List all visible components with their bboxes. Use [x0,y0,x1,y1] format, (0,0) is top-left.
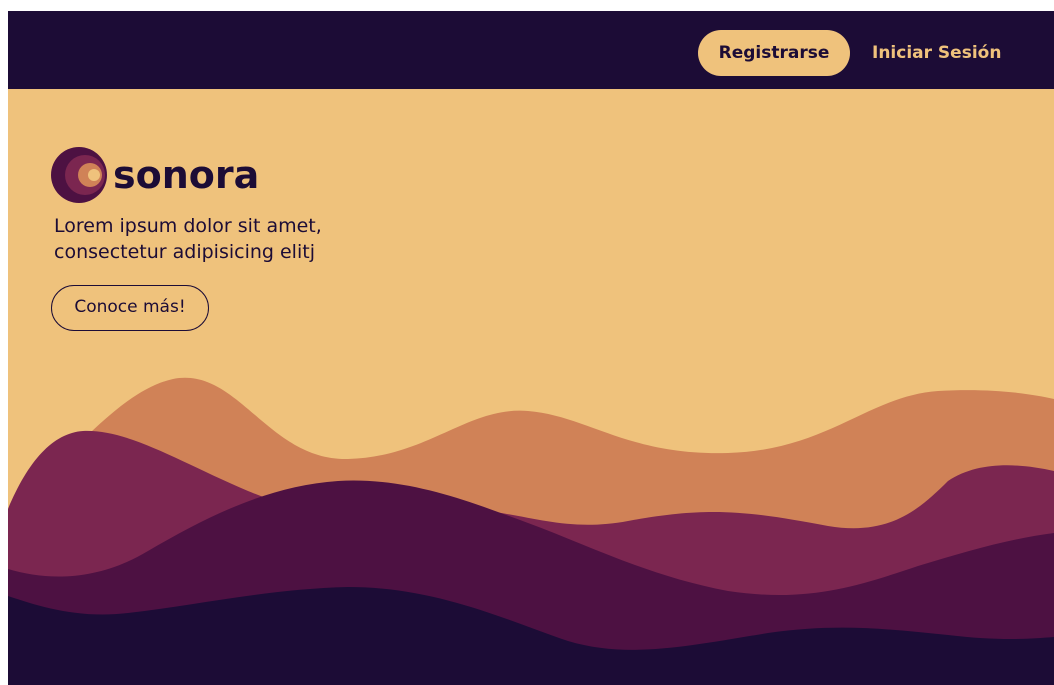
hero-tagline: Lorem ipsum dolor sit amet, consectetur … [54,213,434,265]
brand: sonora [51,147,259,203]
tagline-line-1: Lorem ipsum dolor sit amet, [54,215,322,237]
landing-page: Registrarse Iniciar Sesión sonora Lorem … [8,11,1054,685]
tagline-line-2: consectetur adipisicing elitj [54,241,315,263]
register-button[interactable]: Registrarse [698,30,850,76]
brand-name: sonora [113,153,260,197]
sonora-logo-icon [51,147,107,203]
top-navbar: Registrarse Iniciar Sesión [8,11,1054,89]
learn-more-button[interactable]: Conoce más! [51,285,209,331]
login-link[interactable]: Iniciar Sesión [872,30,1001,76]
decorative-waves [8,377,1054,685]
